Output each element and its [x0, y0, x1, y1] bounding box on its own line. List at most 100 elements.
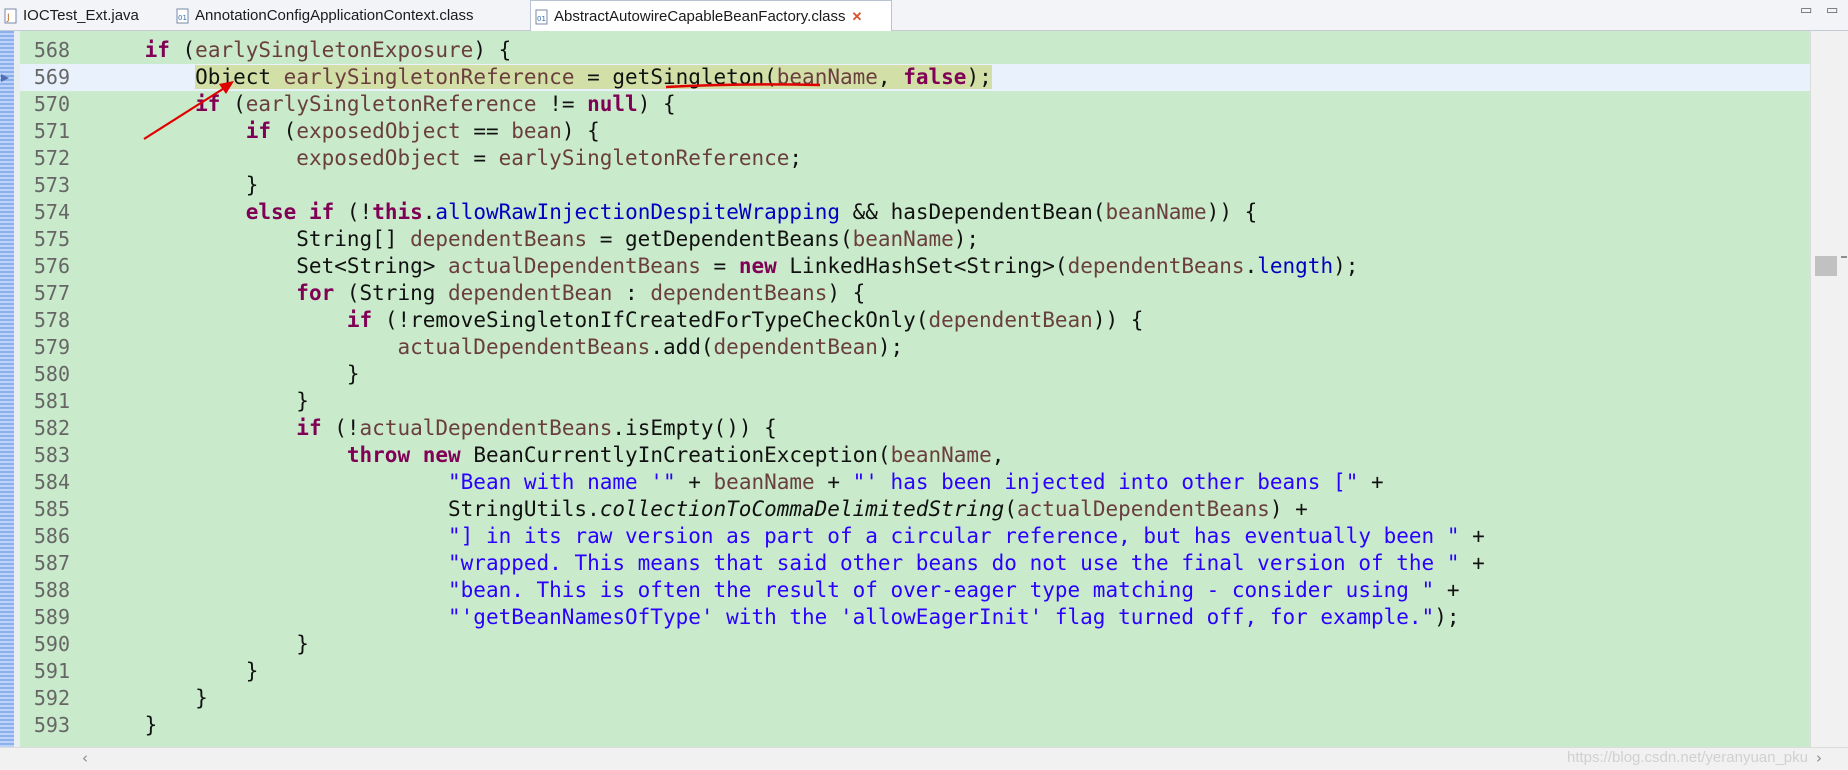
code-line[interactable]: 575 String[] dependentBeans = getDepende… — [20, 226, 1810, 253]
code-line[interactable]: 587 "wrapped. This means that said other… — [20, 550, 1810, 577]
current-instruction-marker-icon — [1, 74, 9, 82]
code-text: "Bean with name '" + beanName + "' has b… — [448, 470, 1384, 494]
code-line[interactable]: 585 StringUtils.collectionToCommaDelimit… — [20, 496, 1810, 523]
code-editor[interactable]: 568 if (earlySingletonExposure) {569 Obj… — [0, 31, 1848, 747]
line-number: 580 — [33, 362, 70, 386]
code-line[interactable]: 582 if (!actualDependentBeans.isEmpty())… — [20, 415, 1810, 442]
line-number: 589 — [33, 605, 70, 629]
line-number: 584 — [33, 470, 70, 494]
code-text: "bean. This is often the result of over-… — [448, 578, 1460, 602]
code-text: } — [94, 686, 208, 710]
line-number: 586 — [33, 524, 70, 548]
code-text: throw new BeanCurrentlyInCreationExcepti… — [346, 443, 1005, 467]
scroll-left-arrow-icon[interactable]: ‹ — [82, 749, 88, 767]
code-text: exposedObject = earlySingletonReference; — [296, 146, 803, 170]
line-number: 585 — [33, 497, 70, 521]
code-text: } — [94, 632, 309, 656]
code-text: } — [94, 659, 259, 683]
code-text: "] in its raw version as part of a circu… — [448, 524, 1485, 548]
code-line[interactable]: 586 "] in its raw version as part of a c… — [20, 523, 1810, 550]
line-number: 582 — [33, 416, 70, 440]
line-number: 581 — [33, 389, 70, 413]
code-text: } — [94, 173, 259, 197]
tab-abstract-autowire-capable-bean-factory[interactable]: 01 AbstractAutowireCapableBeanFactory.cl… — [530, 0, 892, 32]
code-line[interactable]: 584 "Bean with name '" + beanName + "' h… — [20, 469, 1810, 496]
class-file-icon: 01 — [176, 8, 190, 24]
code-line[interactable]: 581 } — [20, 388, 1810, 415]
code-line[interactable]: 583 throw new BeanCurrentlyInCreationExc… — [20, 442, 1810, 469]
line-number: 579 — [33, 335, 70, 359]
code-text: } — [94, 389, 309, 413]
overview-ruler — [0, 31, 14, 747]
line-number: 574 — [33, 200, 70, 224]
horizontal-scrollbar[interactable]: ‹ https://blog.csdn.net/yeranyuan_pku › — [0, 747, 1848, 770]
line-number: 568 — [33, 38, 70, 62]
code-line[interactable]: 592 } — [20, 685, 1810, 712]
code-text: "wrapped. This means that said other bea… — [448, 551, 1485, 575]
code-line[interactable]: 571 if (exposedObject == bean) { — [20, 118, 1810, 145]
java-file-icon: J — [4, 8, 18, 24]
code-line[interactable]: 577 for (String dependentBean : dependen… — [20, 280, 1810, 307]
code-line[interactable]: 591 } — [20, 658, 1810, 685]
line-number: 591 — [33, 659, 70, 683]
vertical-scrollbar[interactable] — [1810, 31, 1848, 747]
maximize-button[interactable]: ▭ — [1826, 3, 1838, 18]
code-line[interactable]: 572 exposedObject = earlySingletonRefere… — [20, 145, 1810, 172]
code-line[interactable]: 568 if (earlySingletonExposure) { — [20, 37, 1810, 64]
tab-label: IOCTest_Ext.java — [23, 7, 139, 24]
code-line[interactable]: 593 } — [20, 712, 1810, 739]
line-number: 569 — [33, 65, 70, 89]
code-line[interactable]: 570 if (earlySingletonReference != null)… — [20, 91, 1810, 118]
svg-text:01: 01 — [537, 15, 546, 23]
close-icon[interactable]: ✕ — [852, 9, 863, 25]
code-text: "'getBeanNamesOfType' with the 'allowEag… — [448, 605, 1460, 629]
svg-text:J: J — [6, 13, 10, 23]
line-number: 578 — [33, 308, 70, 332]
current-line-highlight: Object earlySingletonReference = getSing… — [195, 65, 992, 89]
code-line[interactable]: 579 actualDependentBeans.add(dependentBe… — [20, 334, 1810, 361]
code-text: Set<String> actualDependentBeans = new L… — [94, 254, 1359, 278]
code-text: if (!actualDependentBeans.isEmpty()) { — [296, 416, 777, 440]
scroll-right-arrow-icon[interactable]: › — [1816, 749, 1822, 767]
tab-label: AnnotationConfigApplicationContext.class — [195, 7, 474, 24]
line-number: 572 — [33, 146, 70, 170]
line-number: 587 — [33, 551, 70, 575]
code-line[interactable]: 576 Set<String> actualDependentBeans = n… — [20, 253, 1810, 280]
code-text: } — [94, 713, 158, 737]
vertical-scroll-thumb[interactable] — [1815, 256, 1837, 276]
line-number: 577 — [33, 281, 70, 305]
code-text: if (exposedObject == bean) { — [245, 119, 600, 143]
line-number: 576 — [33, 254, 70, 278]
line-number: 583 — [33, 443, 70, 467]
tab-label: AbstractAutowireCapableBeanFactory.class — [554, 8, 846, 25]
code-text: if (earlySingletonReference != null) { — [195, 92, 676, 116]
code-text: StringUtils.collectionToCommaDelimitedSt… — [94, 497, 1308, 521]
line-number: 575 — [33, 227, 70, 251]
code-text: if (earlySingletonExposure) { — [144, 38, 512, 62]
line-number: 570 — [33, 92, 70, 116]
code-line[interactable]: 569 Object earlySingletonReference = get… — [20, 64, 1810, 91]
code-line[interactable]: 574 else if (!this.allowRawInjectionDesp… — [20, 199, 1810, 226]
line-number: 593 — [33, 713, 70, 737]
code-line[interactable]: 573 } — [20, 172, 1810, 199]
line-number: 590 — [33, 632, 70, 656]
code-text: } — [94, 362, 360, 386]
minimize-button[interactable]: ▭ — [1800, 3, 1812, 18]
code-text: for (String dependentBean : dependentBea… — [296, 281, 866, 305]
code-text: else if (!this.allowRawInjectionDespiteW… — [245, 200, 1258, 224]
tab-ioctest-ext[interactable]: J IOCTest_Ext.java — [0, 0, 166, 31]
line-number: 573 — [33, 173, 70, 197]
tab-annotation-config-application-context[interactable]: 01 AnnotationConfigApplicationContext.cl… — [172, 0, 524, 31]
code-line[interactable]: 580 } — [20, 361, 1810, 388]
code-line[interactable]: 578 if (!removeSingletonIfCreatedForType… — [20, 307, 1810, 334]
code-line[interactable]: 589 "'getBeanNamesOfType' with the 'allo… — [20, 604, 1810, 631]
code-line[interactable]: 588 "bean. This is often the result of o… — [20, 577, 1810, 604]
code-text: if (!removeSingletonIfCreatedForTypeChec… — [346, 308, 1144, 332]
code-line[interactable]: 590 } — [20, 631, 1810, 658]
line-number: 571 — [33, 119, 70, 143]
code-lines: 568 if (earlySingletonExposure) {569 Obj… — [20, 37, 1810, 739]
class-file-icon: 01 — [535, 9, 549, 25]
watermark: https://blog.csdn.net/yeranyuan_pku — [1567, 749, 1808, 766]
scroll-position-tick — [1841, 256, 1847, 258]
svg-text:01: 01 — [178, 14, 187, 22]
